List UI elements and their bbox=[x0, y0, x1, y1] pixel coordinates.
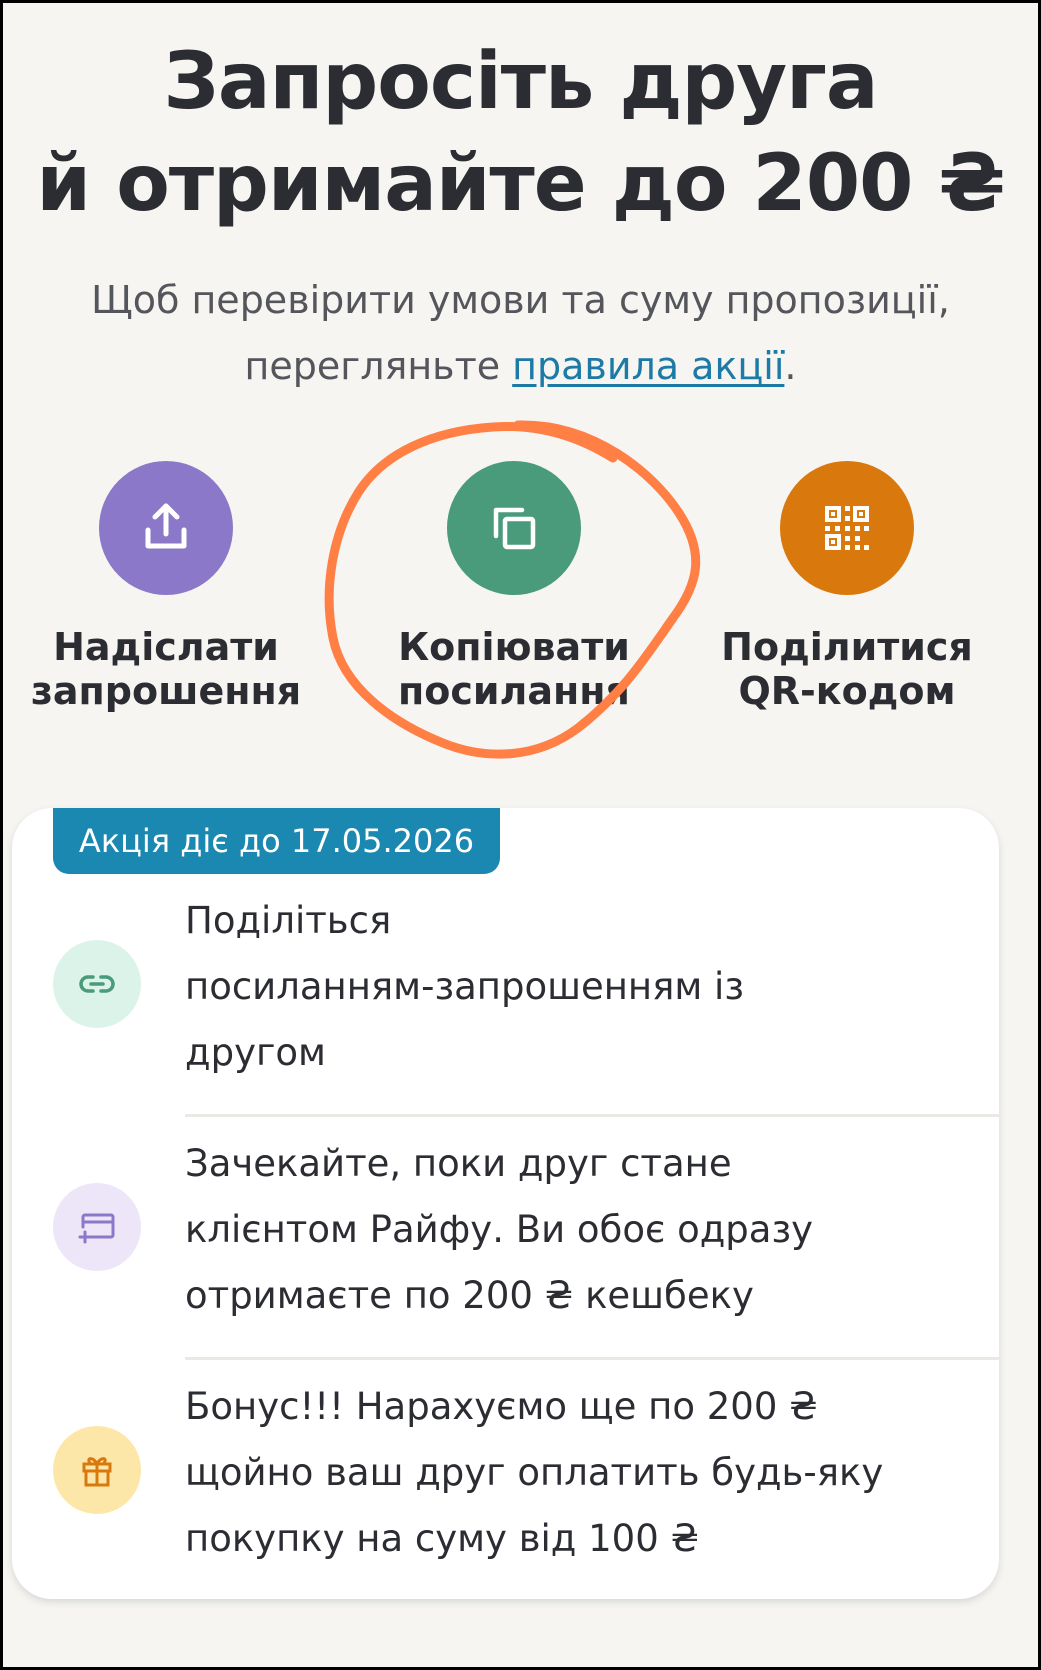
step-1-line-2: посиланням-запрошенням із bbox=[185, 965, 744, 1008]
screen: Запросіть друга й отримайте до 200 ₴ Щоб… bbox=[3, 3, 1038, 1667]
page-title-line-2: й отримайте до 200 ₴ bbox=[36, 139, 1005, 229]
copy-link-label: Копіювати посилання bbox=[354, 625, 674, 713]
page-title: Запросіть друга й отримайте до 200 ₴ bbox=[3, 31, 1038, 235]
step-3-icon-circle bbox=[53, 1426, 141, 1514]
page-subtitle: Щоб перевірити умови та суму пропозиції,… bbox=[3, 267, 1038, 399]
share-qr-label-line-1: Поділитися bbox=[721, 625, 973, 669]
send-invitation-icon-circle bbox=[99, 461, 233, 595]
step-3-line-3: покупку на суму від 100 ₴ bbox=[185, 1517, 700, 1560]
step-2-line-1: Зачекайте, поки друг стане bbox=[185, 1142, 732, 1185]
step-3-text: Бонус!!! Нарахуємо ще по 200 ₴ щойно ваш… bbox=[185, 1374, 965, 1572]
subtitle-prefix: перегляньте bbox=[244, 344, 513, 388]
step-2-line-2: клієнтом Райфу. Ви обоє одразу bbox=[185, 1208, 814, 1251]
step-1-line-3: другом bbox=[185, 1031, 326, 1074]
share-icon bbox=[145, 503, 187, 549]
copy-link-label-line-2: посилання bbox=[398, 669, 630, 713]
step-bonus: Бонус!!! Нарахуємо ще по 200 ₴ щойно ваш… bbox=[12, 1374, 999, 1566]
step-share-link: Поділіться посиланням-запрошенням із дру… bbox=[12, 888, 999, 1080]
page-title-line-1: Запросіть друга bbox=[163, 37, 878, 127]
step-2-line-3: отримаєте по 200 ₴ кешбеку bbox=[185, 1274, 754, 1317]
step-2-icon-circle bbox=[53, 1183, 141, 1271]
subtitle-line-1: Щоб перевірити умови та суму пропозиції, bbox=[91, 278, 950, 322]
share-qr-label: Поділитися QR-кодом bbox=[687, 625, 1007, 713]
link-icon bbox=[79, 975, 115, 993]
qr-code-icon bbox=[825, 506, 869, 550]
promo-deadline-badge: Акція діє до 17.05.2026 bbox=[53, 808, 500, 874]
step-3-line-2: щойно ваш друг оплатить будь-яку bbox=[185, 1451, 884, 1494]
step-1-icon-circle bbox=[53, 940, 141, 1028]
share-qr-label-line-2: QR-кодом bbox=[738, 669, 956, 713]
copy-link-icon-circle bbox=[447, 461, 581, 595]
send-invitation-label: Надіслати запрошення bbox=[6, 625, 326, 713]
share-qr-button[interactable]: Поділитися QR-кодом bbox=[687, 461, 1007, 713]
step-1-text: Поділіться посиланням-запрошенням із дру… bbox=[185, 888, 965, 1086]
share-qr-icon-circle bbox=[780, 461, 914, 595]
divider bbox=[185, 1114, 999, 1117]
copy-icon bbox=[493, 507, 536, 550]
copy-link-button[interactable]: Копіювати посилання bbox=[354, 461, 674, 713]
step-2-text: Зачекайте, поки друг стане клієнтом Райф… bbox=[185, 1131, 965, 1329]
new-card-icon bbox=[78, 1213, 115, 1244]
promo-steps-card: Акція діє до 17.05.2026 Поділіться посил… bbox=[12, 808, 999, 1599]
copy-link-label-line-1: Копіювати bbox=[398, 625, 630, 669]
send-invitation-label-line-1: Надіслати bbox=[53, 625, 279, 669]
send-invitation-label-line-2: запрошення bbox=[30, 669, 302, 713]
gift-icon bbox=[82, 1457, 112, 1487]
promo-rules-link[interactable]: правила акції bbox=[512, 344, 784, 388]
step-wait-friend: Зачекайте, поки друг стане клієнтом Райф… bbox=[12, 1131, 999, 1323]
step-3-line-1: Бонус!!! Нарахуємо ще по 200 ₴ bbox=[185, 1385, 818, 1428]
send-invitation-button[interactable]: Надіслати запрошення bbox=[6, 461, 326, 713]
divider bbox=[185, 1357, 999, 1360]
subtitle-line-2: перегляньте правила акції. bbox=[3, 333, 1038, 399]
step-1-line-1: Поділіться bbox=[185, 899, 392, 942]
subtitle-suffix: . bbox=[784, 344, 797, 388]
